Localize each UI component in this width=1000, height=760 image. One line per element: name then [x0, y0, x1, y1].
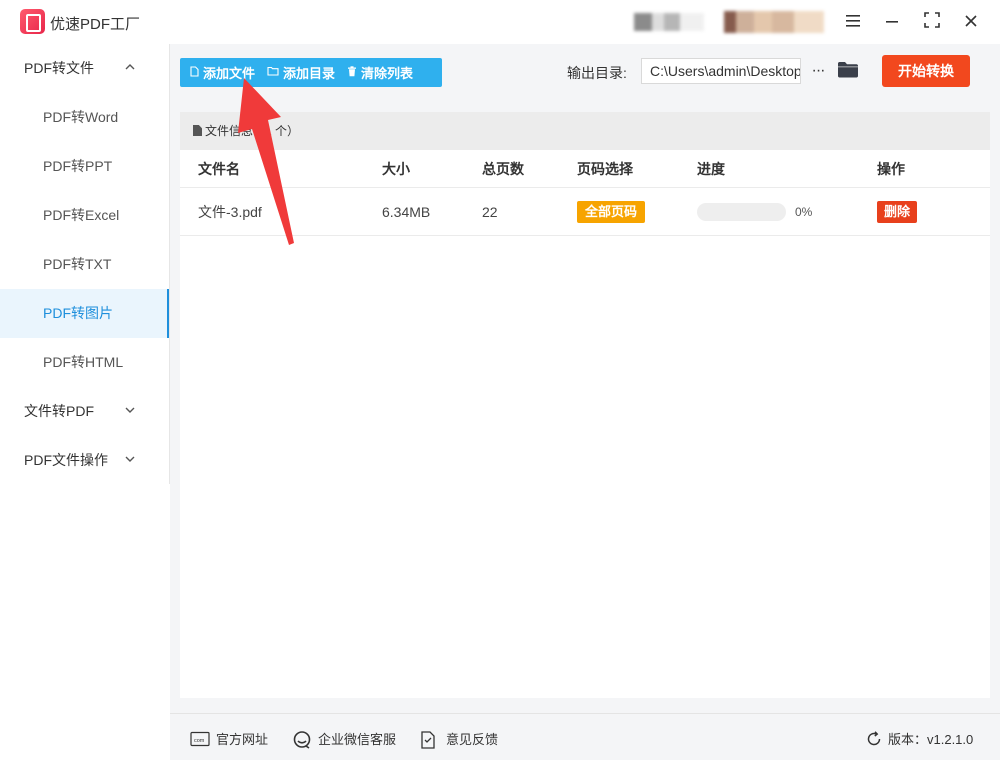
sidebar-group-file-to-pdf[interactable]: 文件转PDF	[0, 387, 169, 436]
main-area: 添加文件 添加目录 清除列表 输出目录: C:\Users\admin\Desk…	[170, 44, 1000, 760]
page-select-cell: 全部页码	[577, 200, 646, 223]
blurred-user-info	[634, 13, 704, 31]
clear-list-button[interactable]: 清除列表	[343, 58, 421, 87]
wechat-service-label: 企业微信客服	[318, 732, 397, 747]
chevron-down-icon	[125, 387, 135, 436]
output-directory-label: 输出目录:	[567, 65, 627, 81]
refresh-icon[interactable]	[866, 730, 882, 747]
sidebar-item-pdf-to-html[interactable]: PDF转HTML	[0, 338, 169, 387]
col-pages: 总页数	[482, 160, 524, 177]
page-select-badge[interactable]: 全部页码	[577, 200, 646, 223]
footer: com 官方网址 企业微信客服 意见反馈 版本：v1.2.1.0	[170, 713, 1000, 760]
output-directory-input[interactable]: C:\Users\admin\Desktop	[641, 58, 801, 84]
col-filename: 文件名	[198, 160, 240, 177]
sidebar-group-label: PDF文件操作	[24, 452, 108, 468]
feedback-label: 意见反馈	[446, 732, 499, 747]
progress-bar	[697, 202, 786, 221]
col-page-select: 页码选择	[577, 160, 633, 177]
add-file-button[interactable]: 添加文件	[180, 58, 263, 87]
chat-bubble-icon	[292, 730, 312, 749]
app-logo-icon	[20, 9, 45, 34]
file-icon	[190, 65, 199, 80]
sidebar: PDF转文件 PDF转Word PDF转PPT PDF转Excel PDF转TX…	[0, 44, 170, 484]
file-pages: 22	[482, 203, 498, 220]
sidebar-group-label: PDF转文件	[24, 60, 94, 76]
close-icon[interactable]	[959, 10, 983, 34]
file-size: 6.34MB	[382, 203, 431, 220]
sidebar-group-pdf-to-file[interactable]: PDF转文件	[0, 44, 169, 93]
table-header: 文件名 大小 总页数 页码选择 进度 操作	[180, 150, 990, 188]
add-file-label: 添加文件	[203, 66, 256, 81]
app-title: 优速PDF工厂	[50, 16, 141, 33]
file-list-panel: 文件信息（1 个） 文件名 大小 总页数 页码选择 进度 操作 文件-3.pdf…	[180, 112, 990, 698]
table-row: 文件-3.pdf 6.34MB 22 全部页码 0% 删除	[180, 188, 990, 236]
sidebar-empty-area	[0, 484, 170, 760]
file-name: 文件-3.pdf	[198, 203, 262, 220]
sidebar-item-pdf-to-ppt[interactable]: PDF转PPT	[0, 142, 169, 191]
hamburger-menu-icon[interactable]	[841, 10, 865, 34]
feedback-link[interactable]: 意见反馈	[420, 729, 499, 749]
file-toolbar: 添加文件 添加目录 清除列表	[180, 58, 442, 87]
action-cell: 删除	[877, 200, 918, 223]
official-website-label: 官方网址	[216, 732, 269, 747]
file-info-header: 文件信息（1 个）	[180, 112, 990, 150]
start-convert-button[interactable]: 开始转换	[882, 55, 970, 87]
maximize-icon[interactable]	[920, 10, 944, 34]
col-action: 操作	[877, 160, 905, 177]
col-progress: 进度	[697, 160, 725, 177]
trash-icon	[347, 65, 357, 80]
sidebar-item-pdf-to-word[interactable]: PDF转Word	[0, 93, 169, 142]
sidebar-group-pdf-operations[interactable]: PDF文件操作	[0, 436, 169, 485]
delete-button[interactable]: 删除	[877, 200, 918, 223]
col-size: 大小	[382, 160, 410, 177]
clear-list-label: 清除列表	[361, 66, 414, 81]
wechat-service-link[interactable]: 企业微信客服	[292, 729, 397, 749]
title-bar: 优速PDF工厂	[0, 0, 1000, 44]
file-info-title: 文件信息（1 个）	[205, 124, 300, 138]
add-directory-label: 添加目录	[283, 66, 336, 81]
more-options-icon[interactable]: ···	[807, 58, 829, 84]
official-website-link[interactable]: com 官方网址	[190, 729, 268, 748]
feedback-icon	[420, 730, 440, 749]
sidebar-item-pdf-to-txt[interactable]: PDF转TXT	[0, 240, 169, 289]
blurred-avatar[interactable]	[724, 11, 824, 33]
folder-outline-icon	[267, 66, 279, 79]
sidebar-item-pdf-to-image[interactable]: PDF转图片	[0, 289, 169, 338]
minimize-icon[interactable]	[880, 10, 904, 34]
website-icon: com	[190, 731, 210, 747]
progress-cell: 0%	[697, 202, 813, 221]
progress-text: 0%	[795, 204, 813, 219]
folder-icon[interactable]	[837, 61, 859, 78]
add-directory-button[interactable]: 添加目录	[263, 58, 343, 87]
version-label: 版本：v1.2.1.0	[888, 732, 974, 747]
svg-text:com: com	[194, 738, 205, 744]
sidebar-item-pdf-to-excel[interactable]: PDF转Excel	[0, 191, 169, 240]
chevron-up-icon	[125, 44, 135, 93]
document-icon	[193, 125, 202, 136]
version-info: 版本：v1.2.1.0	[866, 729, 973, 748]
sidebar-group-label: 文件转PDF	[24, 403, 94, 419]
chevron-down-icon	[125, 436, 135, 485]
